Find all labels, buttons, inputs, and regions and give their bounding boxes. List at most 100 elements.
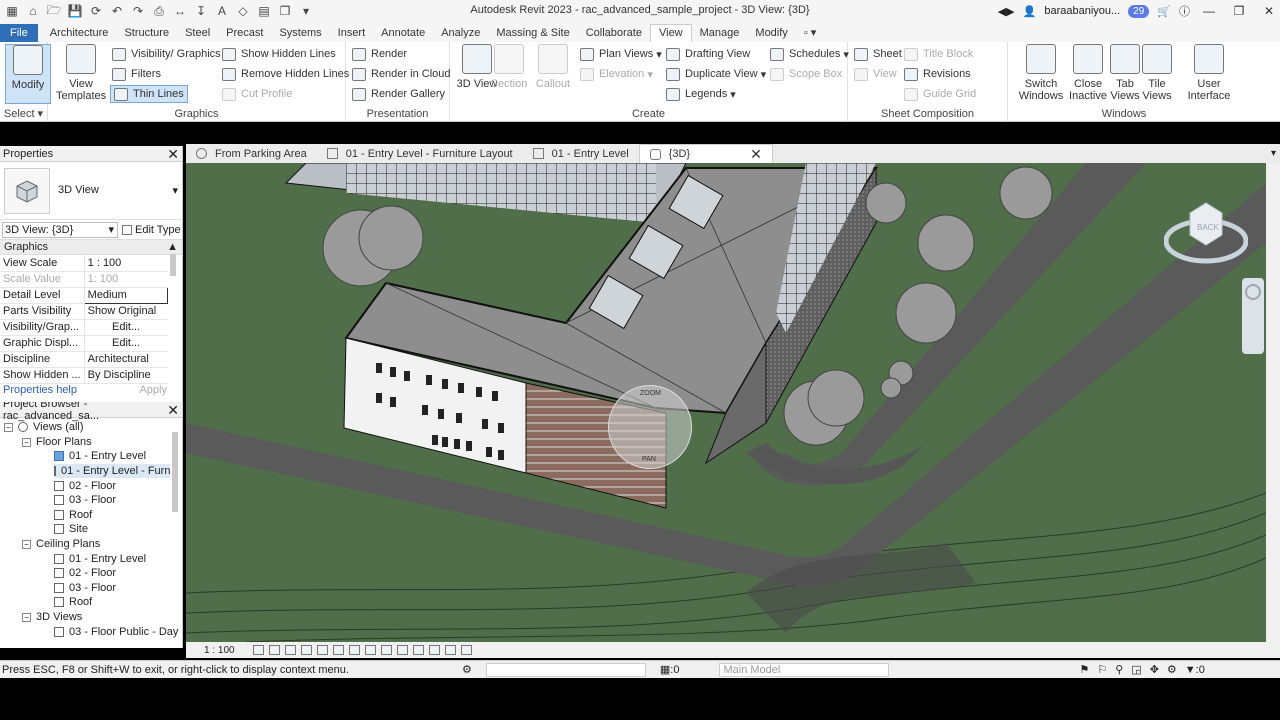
close-tab-icon[interactable]: ✕ (750, 146, 762, 163)
3d-view-icon[interactable]: ◇ (234, 3, 252, 19)
collapse-icon[interactable]: − (22, 539, 31, 549)
browser-scrollbar[interactable] (172, 432, 178, 512)
apply-button[interactable]: Apply (139, 384, 167, 396)
help-icon[interactable]: ⓘ (1179, 3, 1190, 19)
restore-icon[interactable]: ❐ (1228, 4, 1250, 18)
select-links-icon[interactable]: ⚑ (1079, 663, 1089, 676)
filters-button[interactable]: Filters (112, 65, 161, 83)
visibility-edit-button[interactable]: Edit... (84, 319, 168, 336)
viewcube[interactable]: BACK (1163, 199, 1249, 269)
tab-annotate[interactable]: Annotate (373, 25, 433, 42)
tabs-menu-icon[interactable]: ▾ (1271, 148, 1276, 159)
open-icon[interactable]: 🗁 (45, 3, 63, 19)
viewport-scrollbar[interactable] (1266, 163, 1280, 642)
tree-node[interactable]: − Floor Plans (22, 435, 92, 449)
tree-node[interactable]: 02 - Floor (54, 479, 116, 493)
scope-box-button[interactable]: Scope Box (770, 65, 842, 83)
tab-insert[interactable]: Insert (330, 25, 374, 42)
reveal-hidden-icon[interactable] (396, 645, 408, 655)
instance-filter-dropdown[interactable]: 3D View: {3D} ▾ (2, 221, 118, 238)
zoom-label[interactable]: ZOOM (640, 390, 661, 397)
select-pinned-icon[interactable]: ⚲ (1115, 663, 1123, 676)
parts-visibility-field[interactable]: Show Original (84, 303, 168, 320)
schedules-button[interactable]: Schedules ▾ (770, 45, 849, 63)
revit-logo-icon[interactable]: ▦ (3, 3, 21, 19)
user-icon[interactable]: 👤 (1023, 5, 1037, 18)
navigation-bar[interactable] (1242, 278, 1264, 354)
background-process-icon[interactable]: ⚙ (1167, 663, 1177, 676)
tab-from-parking-area[interactable]: From Parking Area (186, 144, 317, 163)
view-scale[interactable]: 1 : 100 (204, 645, 235, 656)
render-dialog-icon[interactable] (316, 645, 328, 655)
workset-dropdown[interactable] (485, 662, 646, 677)
tab-architecture[interactable]: Architecture (42, 25, 117, 42)
tab-file[interactable]: File (0, 24, 38, 42)
view-templates-button[interactable]: View Templates (56, 44, 106, 102)
tree-node[interactable]: 01 - Entry Level (54, 552, 146, 566)
filter-icon[interactable]: ▼ (1185, 664, 1196, 676)
steering-wheel-icon[interactable] (1245, 284, 1261, 300)
tree-node[interactable]: 03 - Floor (54, 493, 116, 507)
highlight-displacement-icon[interactable] (444, 645, 456, 655)
cart-icon[interactable]: 🛒 (1157, 5, 1171, 18)
section-button[interactable]: Section (486, 44, 532, 90)
dimension-icon[interactable]: ↧ (192, 3, 210, 19)
redo-icon[interactable]: ↷ (129, 3, 147, 19)
tab-massing-site[interactable]: Massing & Site (488, 25, 577, 42)
show-hidden-lines-button[interactable]: Show Hidden Lines (222, 45, 336, 63)
measure-icon[interactable]: ↔ (171, 3, 189, 19)
user-interface-button[interactable]: User Interface (1184, 44, 1234, 102)
analytical-model-icon[interactable] (428, 645, 440, 655)
print-icon[interactable]: ⎙ (150, 3, 168, 19)
main-model-dropdown[interactable]: Main Model (719, 662, 890, 677)
select-by-face-icon[interactable]: ◲ (1131, 663, 1141, 676)
detail-level-icon[interactable] (252, 645, 264, 655)
tree-node[interactable]: 01 - Entry Level (54, 449, 146, 463)
tab-entry-furniture[interactable]: 01 - Entry Level - Furniture Layout (317, 144, 523, 163)
worksharing-display-icon[interactable] (412, 645, 424, 655)
tree-node[interactable]: −3D Views (22, 610, 82, 624)
tab-view[interactable]: View (649, 24, 692, 42)
show-hidden-field[interactable]: By Discipline (84, 367, 168, 384)
collapse-icon[interactable]: − (22, 437, 31, 447)
tab-collaborate[interactable]: Collaborate (578, 25, 650, 42)
edit-type-button[interactable]: Edit Type (122, 224, 181, 236)
tab-precast[interactable]: Precast (218, 25, 271, 42)
tab-modify[interactable]: Modify (747, 25, 795, 42)
properties-help-link[interactable]: Properties help (3, 384, 77, 396)
reveal-constraints-icon[interactable] (460, 645, 472, 655)
detail-level-field[interactable]: Medium (83, 286, 169, 304)
discipline-field[interactable]: Architectural (84, 351, 168, 368)
graphics-group-header[interactable]: Graphics ▲ (0, 240, 182, 255)
render-button[interactable]: Render (352, 45, 407, 63)
type-selector[interactable]: 3D View ▾ (0, 162, 182, 220)
place-view-button[interactable]: View (854, 65, 897, 83)
help-search-icon[interactable]: ◀▶ (998, 5, 1015, 18)
switch-windows-button[interactable]: Switch Windows (1018, 44, 1064, 102)
elevation-button[interactable]: Elevation ▾ (580, 65, 653, 83)
home-icon[interactable]: ⌂ (24, 3, 42, 19)
tab-steel[interactable]: Steel (177, 25, 218, 42)
properties-scrollbar[interactable] (170, 254, 176, 276)
customize-icon[interactable]: ▾ (297, 3, 315, 19)
type-dropdown-icon[interactable]: ▾ (172, 184, 178, 197)
view-scale-field[interactable]: 1 : 100 (84, 255, 168, 272)
thin-lines-button[interactable]: Thin Lines (110, 85, 188, 103)
guide-grid-button[interactable]: Guide Grid (904, 85, 976, 103)
tree-node[interactable]: 02 - Floor (54, 566, 116, 580)
temporary-hide-icon[interactable] (380, 645, 392, 655)
tree-node[interactable]: − Views (all) (4, 420, 84, 434)
sync-icon[interactable]: ⟳ (87, 3, 105, 19)
duplicate-view-button[interactable]: Duplicate View ▾ (666, 65, 766, 83)
remove-hidden-lines-button[interactable]: Remove Hidden Lines (222, 65, 349, 83)
tree-node[interactable]: Roof (54, 595, 92, 609)
close-properties-icon[interactable]: ✕ (167, 147, 179, 161)
design-options-icon[interactable]: ▦ (660, 663, 670, 676)
drafting-view-button[interactable]: Drafting View (666, 45, 750, 63)
callout-button[interactable]: Callout (530, 44, 576, 90)
select-panel-label[interactable]: Select ▾ (0, 107, 47, 120)
title-block-button[interactable]: Title Block (904, 45, 973, 63)
render-gallery-button[interactable]: Render Gallery (352, 85, 445, 103)
notifications-badge[interactable]: 29 (1128, 4, 1150, 18)
tab-manage[interactable]: Manage (692, 25, 748, 42)
